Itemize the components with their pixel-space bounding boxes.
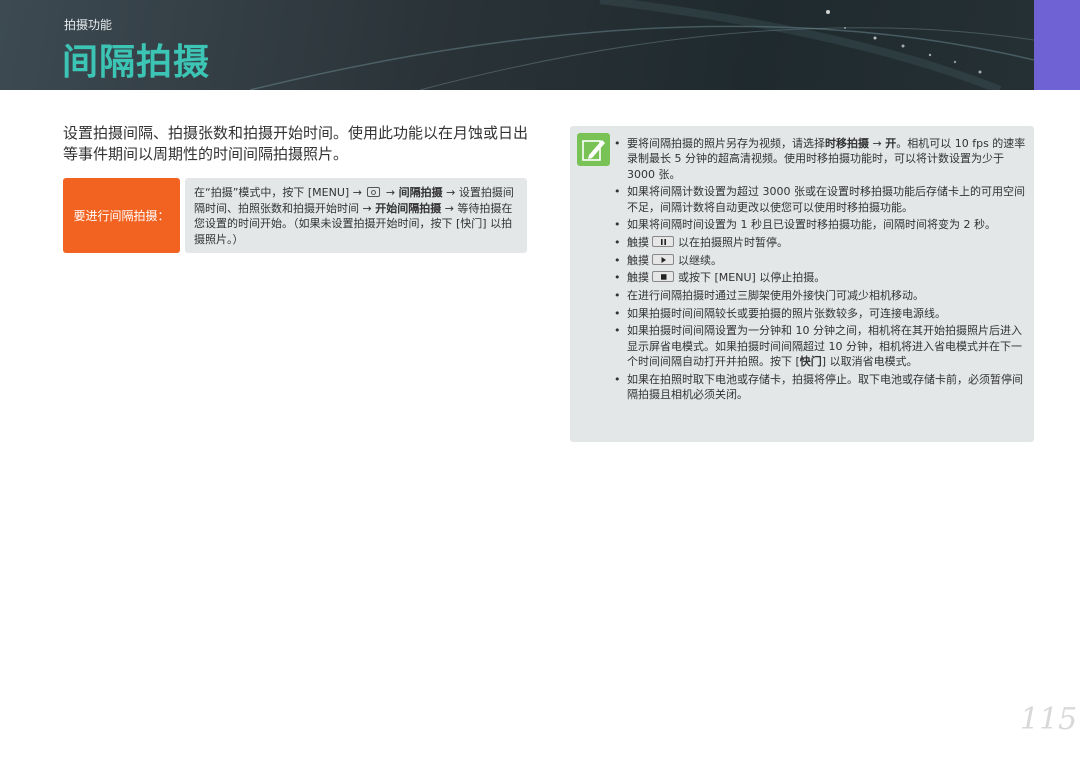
page-number: 115 xyxy=(1020,702,1078,737)
note-item: 如果将间隔计数设置为超过 3000 张或在设置时移拍摄功能后存储卡上的可用空间不… xyxy=(613,184,1031,215)
note-item: 触摸 或按下 [MENU] 以停止拍摄。 xyxy=(613,270,1031,286)
step-text-2: → xyxy=(385,186,396,199)
step-label: 要进行间隔拍摄： xyxy=(63,178,180,253)
note-item: 在进行间隔拍摄时通过三脚架使用外接快门可减少相机移动。 xyxy=(613,288,1031,304)
note-item: 如果在拍照时取下电池或存储卡，拍摄将停止。取下电池或存储卡前，必须暂停间隔拍摄且… xyxy=(613,372,1031,403)
note-item: 触摸 以在拍摄照片时暂停。 xyxy=(613,235,1031,251)
step-instructions: 在“拍摄”模式中，按下 [MENU] → → 间隔拍摄 → 设置拍摄间隔时间、拍… xyxy=(185,178,527,253)
note-text: 以继续。 xyxy=(678,253,722,267)
section-label: 拍摄功能 xyxy=(64,18,113,32)
shutter-key: 快门 xyxy=(799,354,822,368)
page-header: 拍摄功能 间隔拍摄 xyxy=(0,0,1080,90)
note-item: 如果拍摄时间间隔设置为一分钟和 10 分钟之间，相机将在其开始拍摄照片后进入显示… xyxy=(613,323,1031,369)
note-text: ] 以取消省电模式。 xyxy=(821,354,918,368)
note-text: 触摸 xyxy=(627,253,649,267)
note-text: 触摸 xyxy=(627,271,649,285)
notes-list: 要将间隔拍摄的照片另存为视频，请选择时移拍摄 → 开。相机可以 10 fps 的… xyxy=(613,136,1031,405)
note-item: 要将间隔拍摄的照片另存为视频，请选择时移拍摄 → 开。相机可以 10 fps 的… xyxy=(613,136,1031,182)
stop-icon xyxy=(652,271,674,283)
note-item: 如果将间隔时间设置为 1 秒且已设置时移拍摄功能，间隔时间将变为 2 秒。 xyxy=(613,217,1031,233)
pause-icon xyxy=(652,235,674,247)
camera-icon xyxy=(367,187,381,197)
note-text: 或按下 [MENU] 以停止拍摄。 xyxy=(678,271,826,285)
note-text: 以在拍摄照片时暂停。 xyxy=(678,235,788,249)
chapter-tab xyxy=(1034,0,1080,90)
step-text-1: 在“拍摄”模式中，按下 [MENU] → xyxy=(194,186,362,199)
intro-paragraph: 设置拍摄间隔、拍摄张数和拍摄开始时间。使用此功能以在月蚀或日出等事件期间以周期性… xyxy=(63,124,529,163)
menu-on: 开 xyxy=(885,137,897,150)
menu-start-interval: 开始间隔拍摄 xyxy=(375,201,442,215)
menu-interval-shooting: 间隔拍摄 xyxy=(398,186,443,199)
pencil-note-icon xyxy=(577,133,610,166)
note-text: 要将间隔拍摄的照片另存为视频，请选择 xyxy=(627,137,825,150)
note-item: 触摸 以继续。 xyxy=(613,253,1031,269)
note-text: 触摸 xyxy=(627,235,649,249)
menu-time-lapse: 时移拍摄 xyxy=(825,137,869,150)
note-arrow: → xyxy=(869,137,886,150)
note-item: 如果拍摄时间间隔较长或要拍摄的照片张数较多，可连接电源线。 xyxy=(613,306,1031,322)
play-icon xyxy=(652,253,674,265)
page-title: 间隔拍摄 xyxy=(62,42,211,83)
